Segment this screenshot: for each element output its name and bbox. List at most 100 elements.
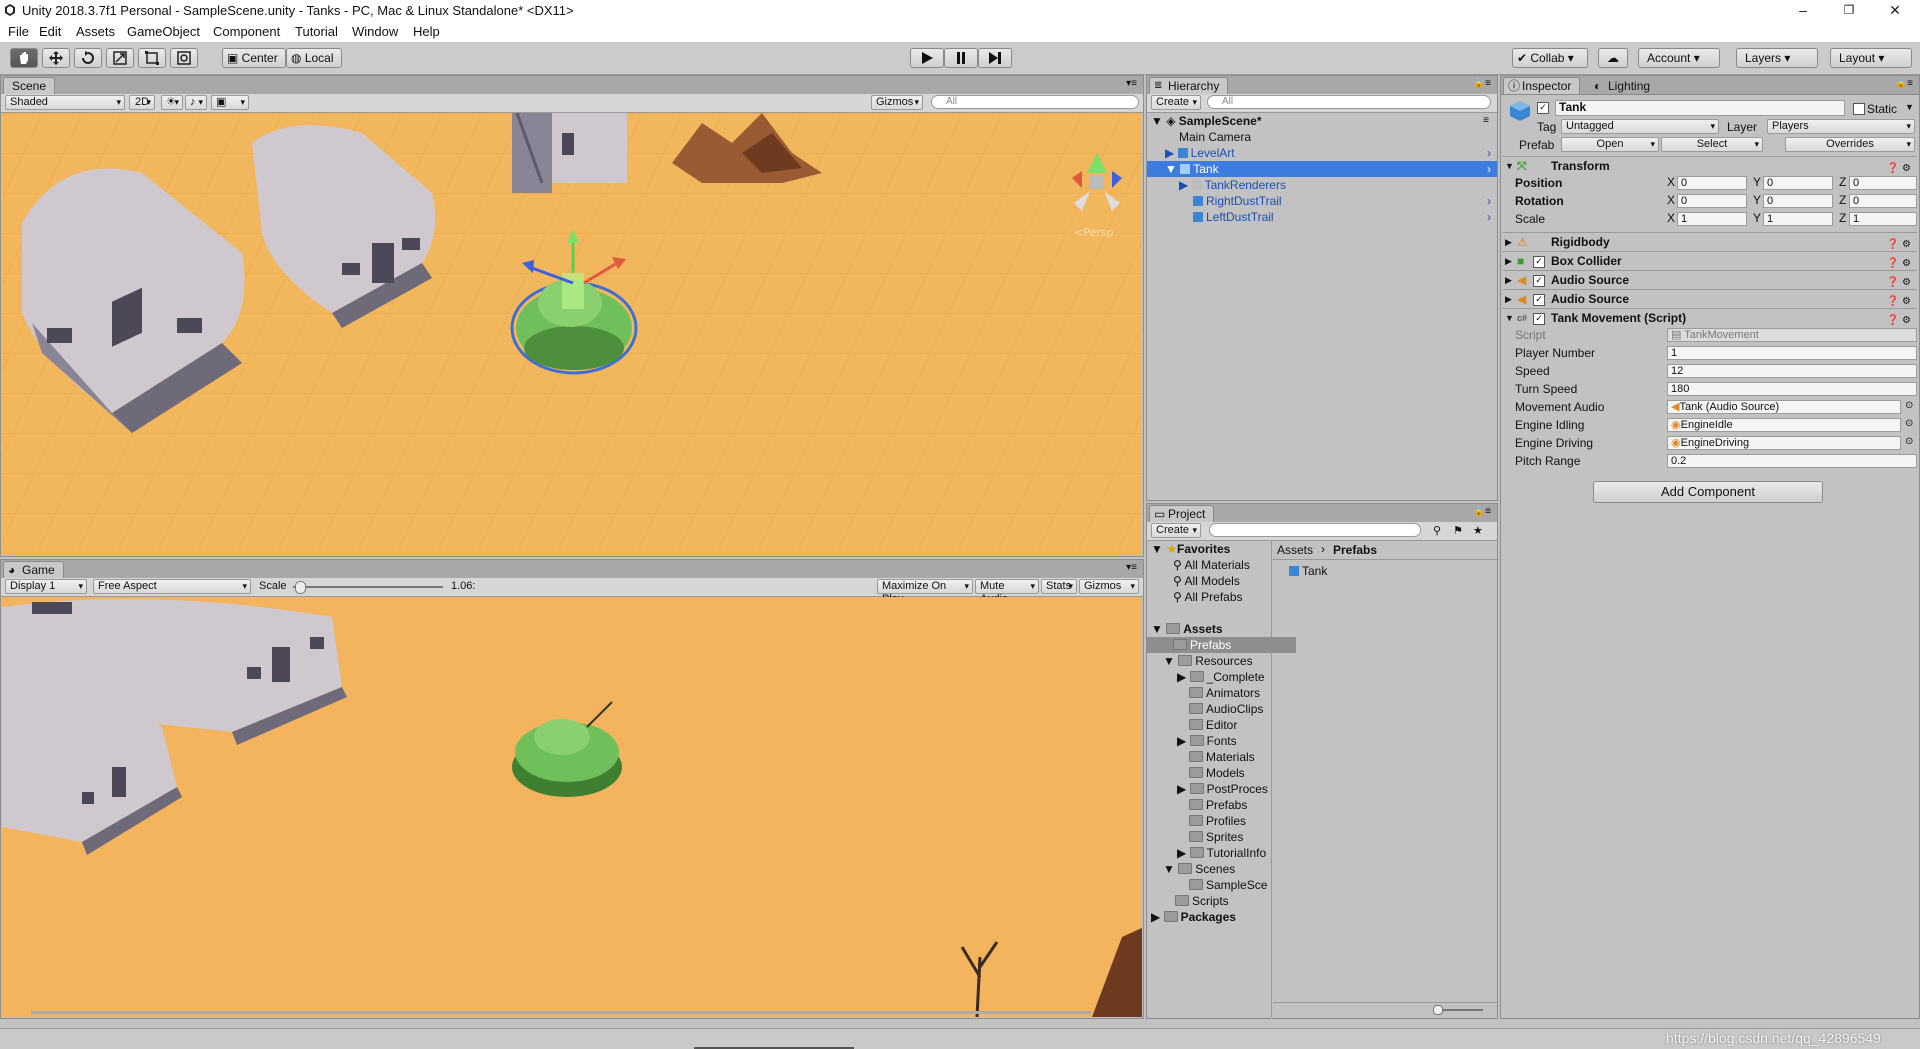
- folder-models[interactable]: Models: [1189, 765, 1245, 781]
- object-name-field[interactable]: Tank: [1555, 100, 1845, 116]
- turn-speed-field[interactable]: 180: [1667, 382, 1917, 396]
- engine-driving-field[interactable]: ◉EngineDriving: [1667, 436, 1901, 450]
- cloud-button[interactable]: ☁: [1598, 48, 1628, 68]
- project-search-input[interactable]: [1209, 523, 1421, 537]
- hierarchy-create-dropdown[interactable]: Create: [1151, 95, 1201, 110]
- box-collider-enabled-checkbox[interactable]: ✓: [1533, 256, 1545, 268]
- audio-source-1-enabled-checkbox[interactable]: ✓: [1533, 275, 1545, 287]
- transform-tool-button[interactable]: [170, 48, 198, 68]
- tab-lighting[interactable]: ◐ Lighting: [1589, 77, 1659, 94]
- aspect-dropdown[interactable]: Free Aspect: [93, 579, 251, 594]
- game-horizontal-scrollbar[interactable]: [31, 1011, 1091, 1014]
- prefab-select-button[interactable]: Select: [1661, 137, 1763, 152]
- tab-hierarchy[interactable]: ≣ Hierarchy: [1149, 77, 1229, 94]
- tag-dropdown[interactable]: Untagged: [1561, 119, 1719, 134]
- folder-samplescene[interactable]: SampleSce: [1189, 877, 1271, 893]
- scene-menu-icon[interactable]: ≡: [1483, 113, 1489, 129]
- layers-dropdown[interactable]: Layers ▾: [1736, 48, 1818, 68]
- breadcrumb-prefabs[interactable]: Prefabs: [1333, 543, 1377, 557]
- favorite-all-prefabs[interactable]: ⚲ All Prefabs: [1173, 589, 1243, 605]
- filter-type-icon[interactable]: ⚲: [1433, 524, 1441, 537]
- tank-movement-header[interactable]: ▼ c# ✓ Tank Movement (Script) ❓ ⚙: [1503, 308, 1917, 327]
- stats-toggle[interactable]: Stats: [1041, 579, 1077, 594]
- packages-node[interactable]: ▶ Packages: [1151, 909, 1236, 925]
- hierarchy-item-rightdusttrail[interactable]: RightDustTrail ›: [1193, 193, 1493, 209]
- menu-gameobject[interactable]: GameObject: [127, 24, 200, 39]
- panel-menu-icon[interactable]: ▾≡: [1126, 78, 1137, 89]
- scale-slider-thumb[interactable]: [295, 581, 306, 594]
- collab-dropdown[interactable]: ✔ Collab ▾: [1512, 48, 1588, 68]
- hierarchy-item-main-camera[interactable]: Main Camera: [1179, 129, 1251, 145]
- mute-audio-toggle[interactable]: Mute Audio: [975, 579, 1039, 605]
- scale-z-field[interactable]: 1: [1849, 212, 1917, 226]
- shading-mode-dropdown[interactable]: Shaded: [5, 95, 125, 110]
- folder-complete[interactable]: ▶ _Complete: [1177, 669, 1265, 685]
- 2d-toggle[interactable]: 2D: [129, 95, 155, 110]
- chevron-right-icon[interactable]: ›: [1487, 161, 1491, 177]
- icon-size-thumb[interactable]: [1433, 1005, 1443, 1015]
- hand-tool-button[interactable]: [10, 48, 38, 68]
- audio-source-1-header[interactable]: ▶ ◀ ✓ Audio Source ❓ ⚙: [1503, 270, 1917, 289]
- maximize-on-play-toggle[interactable]: Maximize On Play: [877, 579, 973, 605]
- prefab-open-button[interactable]: Open: [1561, 137, 1659, 152]
- menu-window[interactable]: Window: [352, 24, 398, 39]
- folder-audioclips[interactable]: AudioClips: [1189, 701, 1263, 717]
- folder-scenes[interactable]: ▼ Scenes: [1163, 861, 1235, 877]
- speed-field[interactable]: 12: [1667, 364, 1917, 378]
- rotation-y-field[interactable]: 0: [1763, 194, 1833, 208]
- position-y-field[interactable]: 0: [1763, 176, 1833, 190]
- layer-dropdown[interactable]: Players: [1767, 119, 1915, 134]
- prefab-overrides-dropdown[interactable]: Overrides: [1785, 137, 1915, 152]
- folder-animators[interactable]: Animators: [1189, 685, 1260, 701]
- add-component-button[interactable]: Add Component: [1593, 481, 1823, 503]
- folder-prefabs-selected[interactable]: Prefabs: [1147, 637, 1296, 653]
- audio-source-2-enabled-checkbox[interactable]: ✓: [1533, 294, 1545, 306]
- folder-profiles[interactable]: Profiles: [1189, 813, 1246, 829]
- star-icon[interactable]: ★: [1473, 524, 1483, 537]
- minimize-button[interactable]: –: [1780, 0, 1826, 22]
- scale-x-field[interactable]: 1: [1677, 212, 1747, 226]
- chevron-right-icon[interactable]: ›: [1487, 193, 1491, 209]
- hierarchy-item-tankrenderers[interactable]: ▶ TankRenderers: [1179, 177, 1286, 193]
- inspector-lock-icon[interactable]: 🔒≡: [1895, 78, 1913, 89]
- pause-button[interactable]: [944, 48, 978, 68]
- folder-resources[interactable]: ▼ Resources: [1163, 653, 1253, 669]
- object-picker-icon[interactable]: ⊙: [1905, 400, 1913, 411]
- maximize-button[interactable]: ❐: [1826, 0, 1872, 22]
- tank-movement-enabled-checkbox[interactable]: ✓: [1533, 313, 1545, 325]
- effects-dropdown[interactable]: ▣: [211, 95, 249, 110]
- audio-toggle[interactable]: ♪: [185, 95, 207, 110]
- scale-tool-button[interactable]: [106, 48, 134, 68]
- game-gizmos-dropdown[interactable]: Gizmos: [1079, 579, 1139, 594]
- hierarchy-search-input[interactable]: All: [1207, 95, 1491, 109]
- rotation-x-field[interactable]: 0: [1677, 194, 1747, 208]
- hierarchy-item-leftdusttrail[interactable]: LeftDustTrail ›: [1193, 209, 1493, 225]
- audio-source-2-header[interactable]: ▶ ◀ ✓ Audio Source ❓ ⚙: [1503, 289, 1917, 308]
- rect-tool-button[interactable]: [138, 48, 166, 68]
- game-panel-menu-icon[interactable]: ▾≡: [1126, 562, 1137, 573]
- menu-component[interactable]: Component: [213, 24, 280, 39]
- move-tool-button[interactable]: [42, 48, 70, 68]
- folder-resources-prefabs[interactable]: Prefabs: [1189, 797, 1247, 813]
- scene-root[interactable]: ▼ ◈ SampleScene* ≡: [1151, 113, 1493, 129]
- favorite-all-materials[interactable]: ⚲ All Materials: [1173, 557, 1250, 573]
- static-checkbox[interactable]: [1853, 103, 1865, 115]
- menu-edit[interactable]: Edit: [39, 24, 61, 39]
- play-button[interactable]: [910, 48, 944, 68]
- pitch-range-field[interactable]: 0.2: [1667, 454, 1917, 468]
- breadcrumb-assets[interactable]: Assets: [1277, 543, 1313, 557]
- folder-materials[interactable]: Materials: [1189, 749, 1255, 765]
- pivot-local-button[interactable]: ◍ Local: [286, 48, 342, 68]
- player-number-field[interactable]: 1: [1667, 346, 1917, 360]
- scale-slider[interactable]: [293, 586, 443, 588]
- rotate-tool-button[interactable]: [74, 48, 102, 68]
- object-picker-icon[interactable]: ⊙: [1905, 418, 1913, 429]
- movement-audio-field[interactable]: ◀Tank (Audio Source): [1667, 400, 1901, 414]
- tab-game[interactable]: ◕ Game: [3, 561, 64, 578]
- rigidbody-header[interactable]: ▶ ⚠ Rigidbody ❓ ⚙: [1503, 232, 1917, 251]
- close-button[interactable]: ✕: [1872, 0, 1918, 22]
- box-collider-header[interactable]: ▶ ■ ✓ Box Collider ❓ ⚙: [1503, 251, 1917, 270]
- game-viewport[interactable]: [2, 597, 1142, 1017]
- chevron-right-icon[interactable]: ›: [1487, 209, 1491, 225]
- folder-tutorialinfo[interactable]: ▶ TutorialInfo: [1177, 845, 1271, 861]
